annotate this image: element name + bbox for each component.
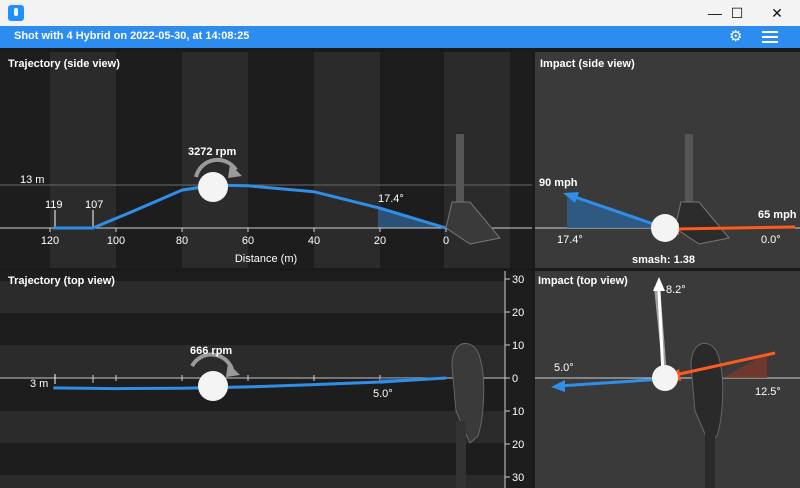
impact-side-panel: Impact (side view) 90 mph 65 mph 17.4° 0… <box>535 52 800 268</box>
tick-label: 0 <box>512 373 518 385</box>
tick-label: 100 <box>107 235 125 247</box>
smash-label: smash: 1.38 <box>632 254 695 266</box>
launch-angle-label: 17.4° <box>378 193 404 205</box>
window-titlebar: — ☐ ✕ <box>0 0 800 26</box>
trajectory-side-svg: Trajectory (side view) 3272 rpm 13 m 119… <box>0 52 532 268</box>
tick-label: 10 <box>512 406 524 418</box>
tick-label: 20 <box>374 235 386 247</box>
golf-ball <box>198 172 228 202</box>
panel-title: Impact (side view) <box>540 58 635 70</box>
offline-label: 3 m <box>30 378 48 390</box>
total-label: 107 <box>85 199 103 211</box>
panel-title: Trajectory (side view) <box>8 58 120 70</box>
hamburger-menu-icon[interactable] <box>762 31 778 43</box>
header-bar: Shot with 4 Hybrid on 2022-05-30, at 14:… <box>0 26 800 48</box>
tick-label: 40 <box>308 235 320 247</box>
attack-angle-label: 0.0° <box>761 234 781 246</box>
trajectory-top-panel: Trajectory (top view) 666 rpm 3 m 5.0° 3… <box>0 271 532 488</box>
direction-label: 5.0° <box>554 362 574 374</box>
gear-icon[interactable]: ⚙ <box>729 29 745 45</box>
close-button[interactable]: ✕ <box>754 0 800 26</box>
golf-ball <box>198 371 228 401</box>
app-icon <box>8 5 24 21</box>
panel-title: Trajectory (top view) <box>8 275 115 287</box>
launch-angle-label: 17.4° <box>557 234 583 246</box>
tick-label: 30 <box>512 274 524 286</box>
tick-label: 80 <box>176 235 188 247</box>
impact-top-panel: Impact (top view) 8.2° 5.0° 12.5° <box>535 271 800 488</box>
shot-title: Shot with 4 Hybrid on 2022-05-30, at 14:… <box>14 30 250 42</box>
tick-label: 20 <box>512 439 524 451</box>
spin-axis-label: 8.2° <box>666 284 686 296</box>
spin-label: 666 rpm <box>190 345 232 357</box>
spin-label: 3272 rpm <box>188 146 237 158</box>
impact-top-svg: Impact (top view) 8.2° 5.0° 12.5° <box>535 271 800 488</box>
tick-label: 60 <box>242 235 254 247</box>
golf-ball <box>652 365 678 391</box>
panel-title: Impact (top view) <box>538 275 628 287</box>
carry-label: 119 <box>45 199 63 211</box>
golf-ball <box>651 214 679 242</box>
face-angle-label: 12.5° <box>755 386 781 398</box>
trajectory-top-svg: Trajectory (top view) 666 rpm 3 m 5.0° 3… <box>0 271 532 488</box>
impact-side-svg: Impact (side view) 90 mph 65 mph 17.4° 0… <box>535 52 800 268</box>
direction-label: 5.0° <box>373 388 393 400</box>
height-label: 13 m <box>20 174 44 186</box>
club-speed-label: 65 mph <box>758 209 797 221</box>
trajectory-side-panel: Trajectory (side view) 3272 rpm 13 m 119… <box>0 52 532 268</box>
tick-label: 10 <box>512 340 524 352</box>
ball-speed-label: 90 mph <box>539 177 578 189</box>
tick-label: 0 <box>443 235 449 247</box>
tick-label: 120 <box>41 235 59 247</box>
x-axis-label: Distance (m) <box>235 253 297 265</box>
tick-label: 20 <box>512 307 524 319</box>
tick-label: 30 <box>512 472 524 484</box>
